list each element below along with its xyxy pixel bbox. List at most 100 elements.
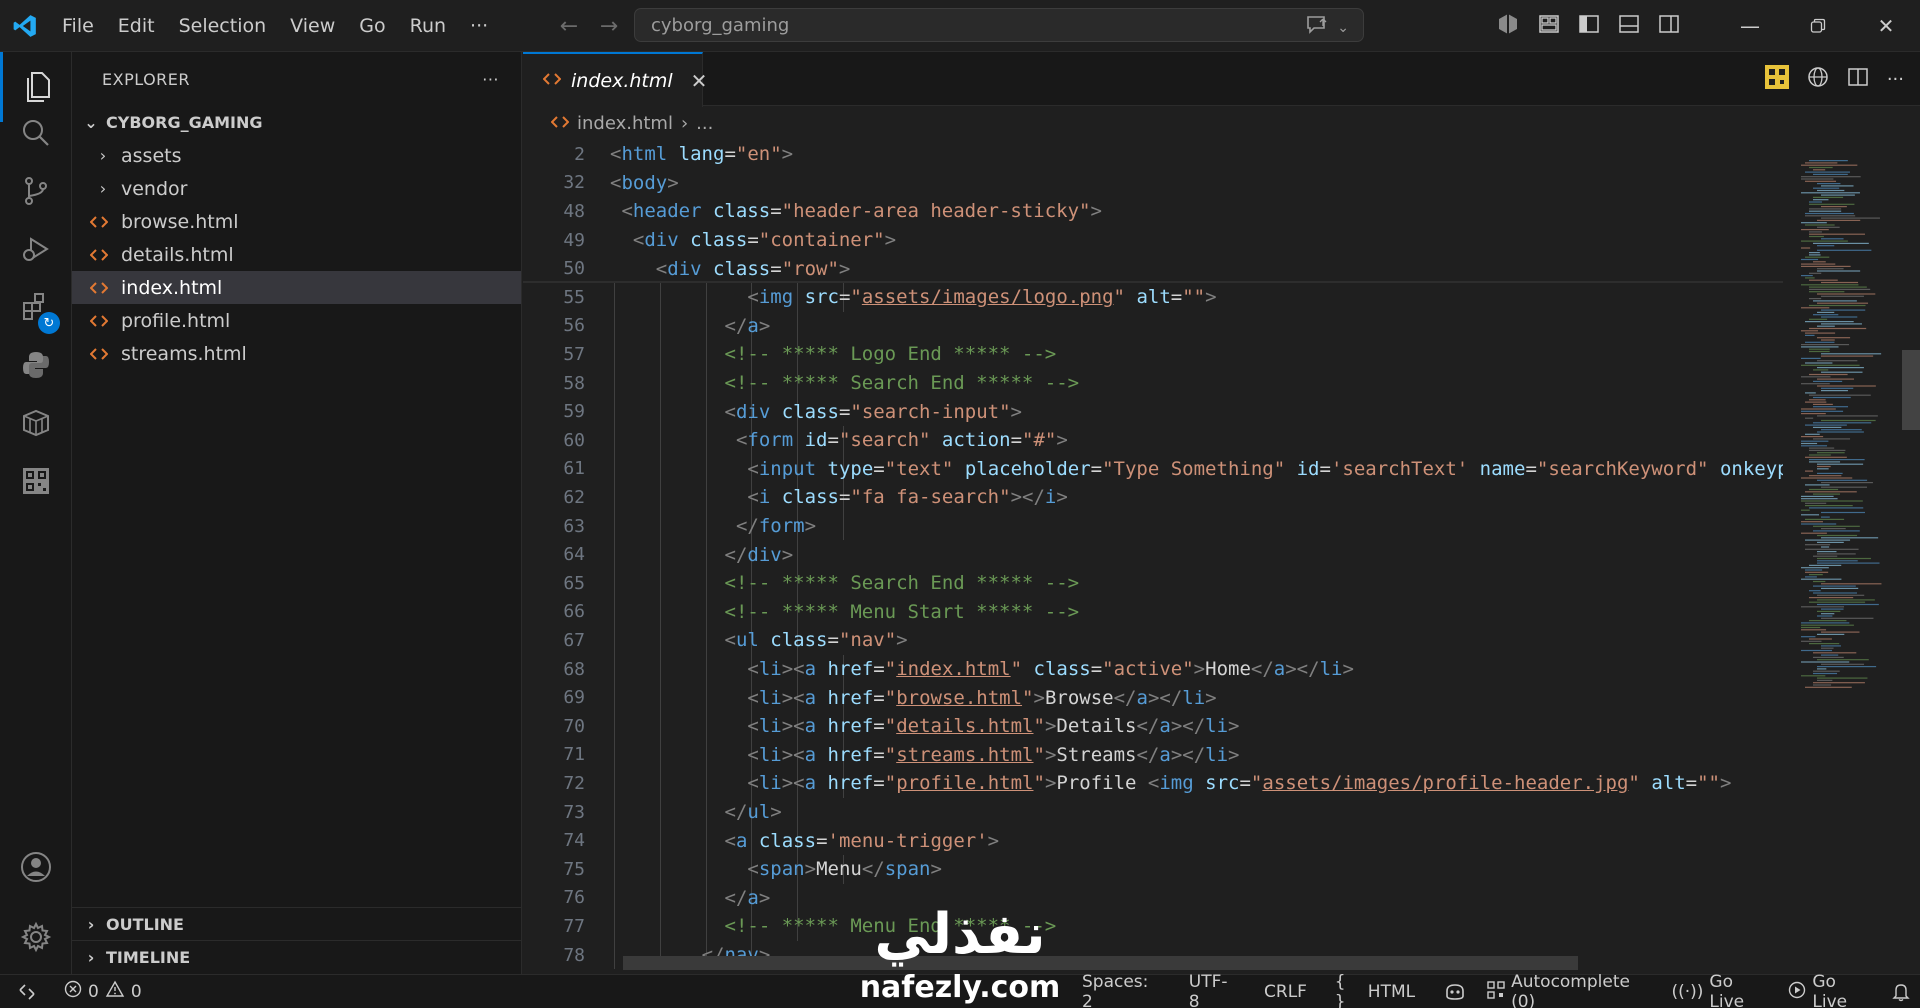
go-forward-icon[interactable]: → [596,14,622,39]
notifications-bell-icon[interactable] [1882,975,1920,1008]
code-line[interactable]: 72 <li><a href="profile.html">Profile <im… [523,769,1783,798]
code-line[interactable]: 60 <form id="search" action="#"> [523,426,1783,455]
problems-indicator[interactable]: 0 0 [54,975,152,1008]
code-line[interactable]: 69 <li><a href="browse.html">Browse</a></… [523,683,1783,712]
code-line[interactable]: 64 </div> [523,540,1783,569]
menu-selection[interactable]: Selection [167,0,279,52]
customize-layout-icon[interactable] [1538,13,1560,39]
code-line[interactable]: 74 <a class='menu-trigger'> [523,826,1783,855]
minimize-icon[interactable]: — [1716,0,1784,52]
explorer-more-actions[interactable]: ··· [482,70,499,89]
command-center-search[interactable]: cyborg_gaming ⌄ [634,8,1364,42]
minimap-line [1801,675,1826,677]
code-line[interactable]: 68 <li><a href="index.html" class="active… [523,655,1783,684]
minimap-line [1809,475,1842,477]
settings-gear-icon[interactable] [0,902,72,972]
toggle-panel-icon[interactable] [1618,13,1640,39]
code-line[interactable]: 63 </form> [523,512,1783,541]
code-line[interactable]: 56 </a> [523,312,1783,341]
qr-icon[interactable] [0,446,72,516]
workspace-folder[interactable]: ⌄ CYBORG_GAMING [72,106,521,139]
indentation-status[interactable]: Spaces: 2 [1072,972,1171,1008]
go-live-broadcast[interactable]: ((·)) Go Live [1661,972,1778,1008]
outline-section[interactable]: › OUTLINE [72,907,522,940]
copilot-status-icon[interactable] [1433,975,1477,1008]
minimap-line [1809,373,1848,376]
tree-file-index[interactable]: index.html [72,271,521,304]
code-line[interactable]: 66 <!-- ***** Menu Start ***** --> [523,598,1783,627]
menu-file[interactable]: File [50,0,106,52]
menu-more[interactable]: ··· [458,0,500,52]
menu-run[interactable]: Run [398,0,458,52]
minimap-line [1801,498,1838,500]
minimap-line [1817,562,1880,564]
code-line[interactable]: 67 <ul class="nav"> [523,626,1783,655]
close-window-icon[interactable]: ✕ [1852,0,1920,52]
menu-go[interactable]: Go [347,0,397,52]
tree-file-profile[interactable]: profile.html [72,304,521,337]
tree-file-details[interactable]: details.html [72,238,521,271]
code-line[interactable]: 2 <html lang="en"> [523,140,1783,169]
code-line[interactable]: 71 <li><a href="streams.html">Streams</a>… [523,741,1783,770]
horizontal-scrollbar[interactable] [623,956,1578,970]
copilot-chat-icon[interactable] [1305,14,1329,41]
editor-more-actions-icon[interactable]: ··· [1887,69,1904,90]
timeline-section[interactable]: › TIMELINE [72,940,522,973]
toggle-secondary-sidebar-icon[interactable] [1658,13,1680,39]
code-line[interactable]: 65 <!-- ***** Search End ***** --> [523,569,1783,598]
restore-icon[interactable] [1784,0,1852,52]
code-line[interactable]: 76 </a> [523,884,1783,913]
code-editor[interactable]: 2 <html lang="en"> 32 <body> 48 <header class… [523,140,1783,974]
close-tab-icon[interactable]: ✕ [691,69,708,93]
autocomplete-status[interactable]: Autocomplete (0) [1477,972,1661,1008]
code-line[interactable]: 50 <div class="row"> [523,254,1783,283]
chevron-down-icon[interactable]: ⌄ [1337,20,1349,36]
qr-preview-icon[interactable] [1764,65,1789,93]
tree-file-streams[interactable]: streams.html [72,337,521,370]
minimap-line [1801,164,1858,166]
line-number: 56 [563,315,585,337]
copilot-icon[interactable] [1496,12,1520,40]
tree-file-browse[interactable]: browse.html [72,205,521,238]
code-line[interactable]: 57 <!-- ***** Logo End ***** --> [523,340,1783,369]
line-number: 55 [563,286,585,308]
tree-folder-assets[interactable]: › assets [72,139,521,172]
code-line[interactable]: 55 <img src="assets/images/logo.png" alt=… [523,283,1783,312]
tree-folder-vendor[interactable]: › vendor [72,172,521,205]
tab-index-html[interactable]: index.html ✕ [523,52,707,107]
scrollbar-thumb[interactable] [1902,350,1920,430]
code-line[interactable]: 59 <div class="search-input"> [523,397,1783,426]
eol-status[interactable]: CRLF [1254,975,1317,1008]
minimap-line [1813,592,1858,594]
go-back-icon[interactable]: ← [556,14,582,39]
toggle-primary-sidebar-icon[interactable] [1578,13,1600,39]
code-line[interactable]: 75 <span>Menu</span> [523,855,1783,884]
breadcrumb-file[interactable]: index.html [577,113,673,134]
code-line[interactable]: 77 <!-- ***** Menu End ***** --> [523,912,1783,941]
code-line[interactable]: 61 <input type="text" placeholder="Type S… [523,455,1783,484]
minimap-line [1801,330,1818,332]
minimap-line [1809,488,1839,491]
menu-edit[interactable]: Edit [106,0,167,52]
code-line[interactable]: 48 <header class="header-area header-stic… [523,197,1783,226]
code-line[interactable]: 32 <body> [523,169,1783,198]
code-line[interactable]: 58 <!-- ***** Search End ***** --> [523,369,1783,398]
breadcrumb-symbol[interactable]: ... [696,113,713,134]
status-right-group: Spaces: 2 UTF-8 CRLF { } HTML Autocomple… [1072,972,1920,1008]
go-live-server[interactable]: Go Live [1778,972,1882,1008]
accounts-icon[interactable] [0,832,72,902]
open-in-browser-globe-icon[interactable] [1807,66,1829,92]
code-text: <li><a href="profile.html">Profile <img … [747,772,1732,795]
code-line[interactable]: 49 <div class="container"> [523,226,1783,255]
vertical-scrollbar[interactable] [1902,140,1920,974]
menu-view[interactable]: View [278,0,347,52]
split-editor-icon[interactable] [1847,66,1869,92]
language-mode[interactable]: { } HTML [1325,972,1425,1008]
minimap-line [1805,548,1859,550]
encoding-status[interactable]: UTF-8 [1179,972,1246,1008]
remote-indicator-icon[interactable] [0,975,54,1008]
code-line[interactable]: 62 <i class="fa fa-search"></i> [523,483,1783,512]
minimap[interactable] [1793,140,1903,974]
code-line[interactable]: 70 <li><a href="details.html">Details</a>… [523,712,1783,741]
code-line[interactable]: 73 </ul> [523,798,1783,827]
